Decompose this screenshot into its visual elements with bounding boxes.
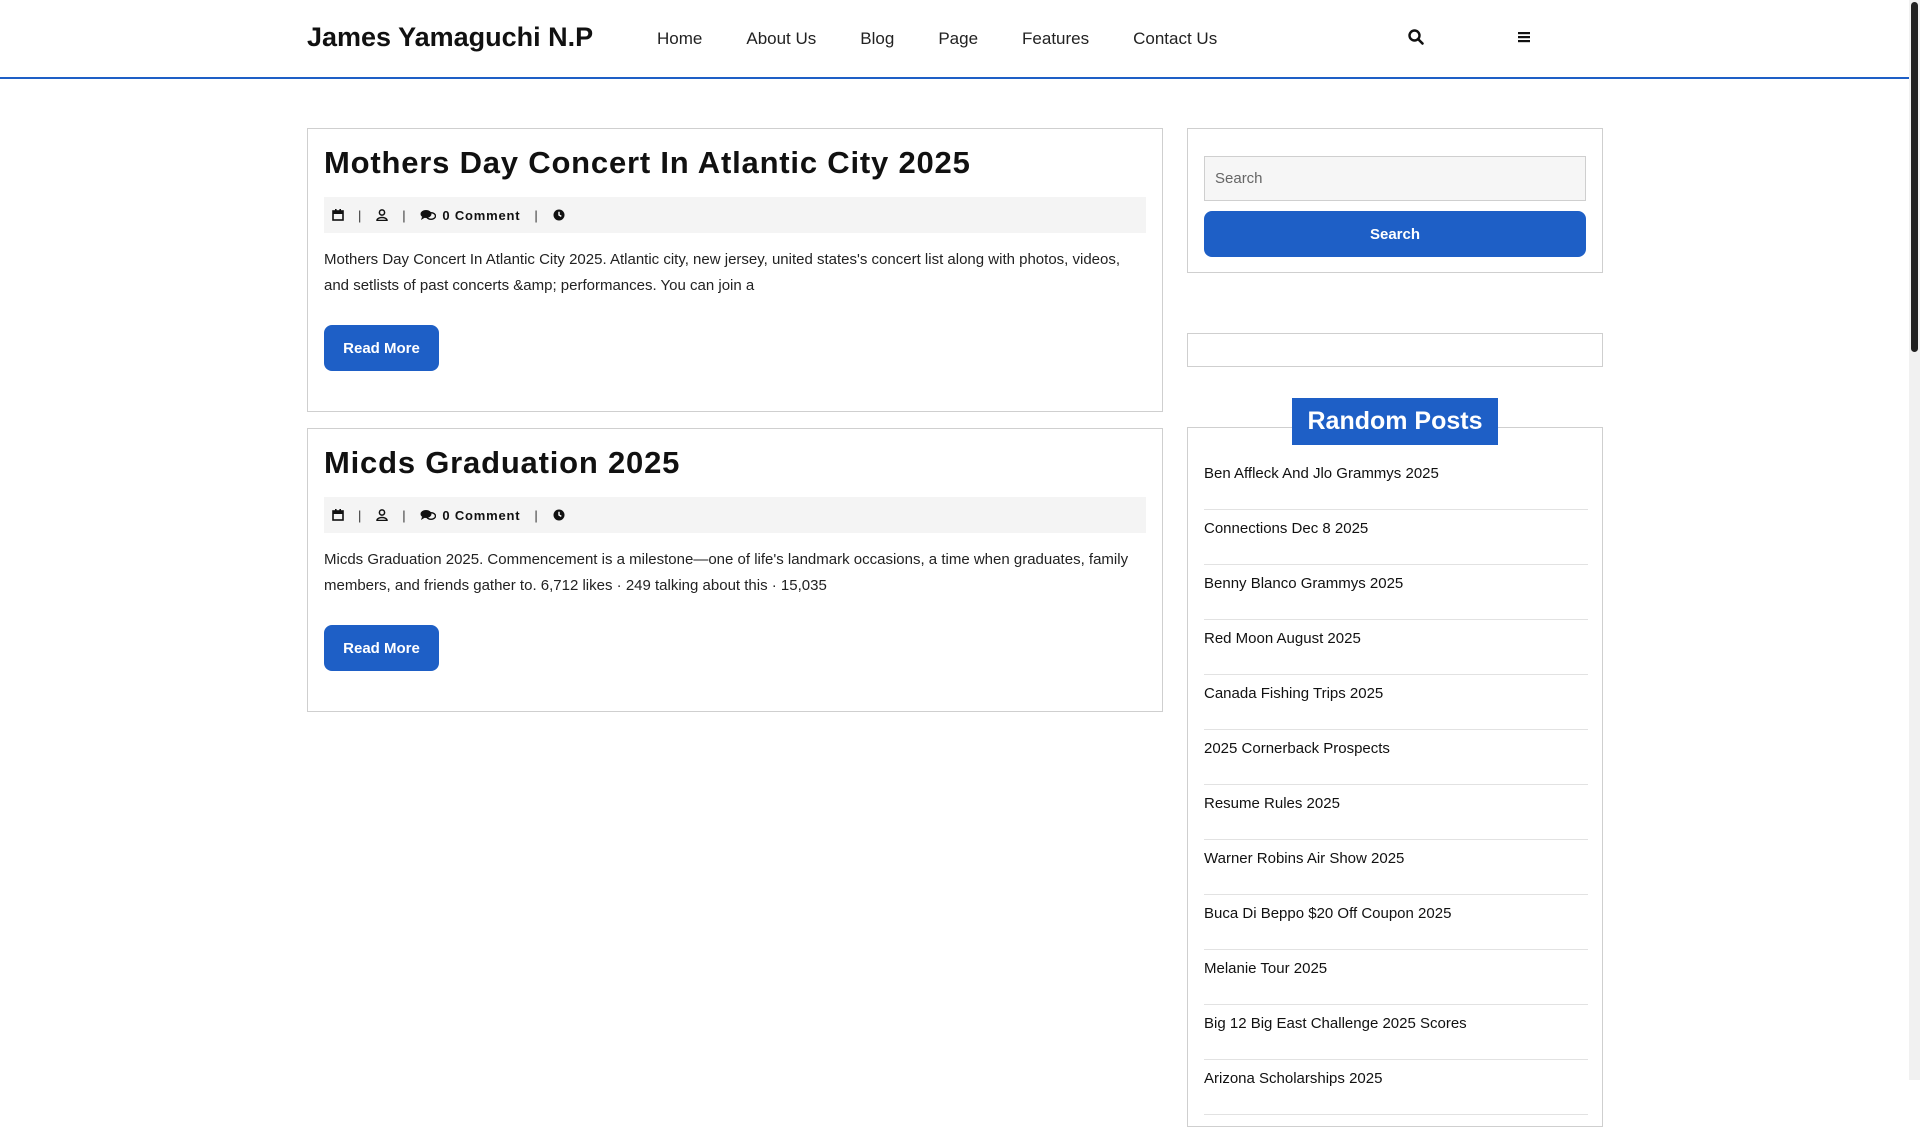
random-post-link[interactable]: Benny Blanco Grammys 2025 bbox=[1204, 565, 1588, 620]
random-post-link[interactable]: Ben Affleck And Jlo Grammys 2025 bbox=[1204, 455, 1588, 510]
random-post-link[interactable]: Red Moon August 2025 bbox=[1204, 620, 1588, 675]
random-post-link[interactable]: Buca Di Beppo $20 Off Coupon 2025 bbox=[1204, 895, 1588, 950]
comment-count[interactable]: 0 Comment bbox=[442, 508, 520, 523]
post-meta: | | 0 Comment | bbox=[324, 497, 1146, 533]
clock-icon bbox=[553, 209, 565, 221]
random-posts-widget: Ben Affleck And Jlo Grammys 2025 Connect… bbox=[1187, 427, 1603, 1127]
random-post-link[interactable]: Resume Rules 2025 bbox=[1204, 785, 1588, 840]
read-more-button[interactable]: Read More bbox=[324, 625, 439, 671]
random-posts-heading: Random Posts bbox=[1292, 398, 1498, 445]
random-post-link[interactable]: Canada Fishing Trips 2025 bbox=[1204, 675, 1588, 730]
post-card: Micds Graduation 2025 | | 0 Comment | Mi… bbox=[307, 428, 1163, 712]
user-icon bbox=[376, 509, 388, 521]
calendar-icon bbox=[332, 509, 344, 521]
main-nav: Home About Us Blog Page Features Contact… bbox=[657, 29, 1261, 49]
random-post-link[interactable]: Big 12 Big East Challenge 2025 Scores bbox=[1204, 1005, 1588, 1060]
nav-item-about-us[interactable]: About Us bbox=[746, 29, 816, 49]
post-excerpt: Micds Graduation 2025. Commencement is a… bbox=[324, 551, 1129, 594]
comment-count[interactable]: 0 Comment bbox=[442, 208, 520, 223]
calendar-icon bbox=[332, 209, 344, 221]
post-excerpt: Mothers Day Concert In Atlantic City 202… bbox=[324, 251, 1121, 294]
random-post-link[interactable]: Warner Robins Air Show 2025 bbox=[1204, 840, 1588, 895]
search-input[interactable] bbox=[1204, 156, 1586, 201]
search-button[interactable]: Search bbox=[1204, 211, 1586, 257]
random-posts-list: Ben Affleck And Jlo Grammys 2025 Connect… bbox=[1204, 455, 1588, 1115]
site-title[interactable]: James Yamaguchi N.P bbox=[307, 22, 593, 53]
random-post-link[interactable]: Melanie Tour 2025 bbox=[1204, 950, 1588, 1005]
nav-item-blog[interactable]: Blog bbox=[860, 29, 894, 49]
post-title[interactable]: Micds Graduation 2025 bbox=[324, 445, 680, 481]
post-card: Mothers Day Concert In Atlantic City 202… bbox=[307, 128, 1163, 412]
nav-item-home[interactable]: Home bbox=[657, 29, 702, 49]
site-header: James Yamaguchi N.P Home About Us Blog P… bbox=[0, 0, 1909, 79]
user-icon bbox=[376, 209, 388, 221]
menu-icon[interactable] bbox=[1515, 28, 1533, 46]
post-meta: | | 0 Comment | bbox=[324, 197, 1146, 233]
comments-icon bbox=[420, 210, 437, 220]
search-icon[interactable] bbox=[1407, 28, 1425, 46]
post-title[interactable]: Mothers Day Concert In Atlantic City 202… bbox=[324, 145, 971, 181]
clock-icon bbox=[553, 509, 565, 521]
nav-item-features[interactable]: Features bbox=[1022, 29, 1089, 49]
random-post-link[interactable]: 2025 Cornerback Prospects bbox=[1204, 730, 1588, 785]
comments-icon bbox=[420, 510, 437, 520]
scrollbar-thumb[interactable] bbox=[1911, 2, 1918, 352]
nav-item-page[interactable]: Page bbox=[938, 29, 978, 49]
random-post-link[interactable]: Connections Dec 8 2025 bbox=[1204, 510, 1588, 565]
page-scrollbar[interactable] bbox=[1909, 0, 1920, 1080]
nav-item-contact-us[interactable]: Contact Us bbox=[1133, 29, 1217, 49]
search-widget: Search bbox=[1187, 128, 1603, 273]
read-more-button[interactable]: Read More bbox=[324, 325, 439, 371]
empty-widget bbox=[1187, 333, 1603, 367]
random-post-link[interactable]: Arizona Scholarships 2025 bbox=[1204, 1060, 1588, 1115]
